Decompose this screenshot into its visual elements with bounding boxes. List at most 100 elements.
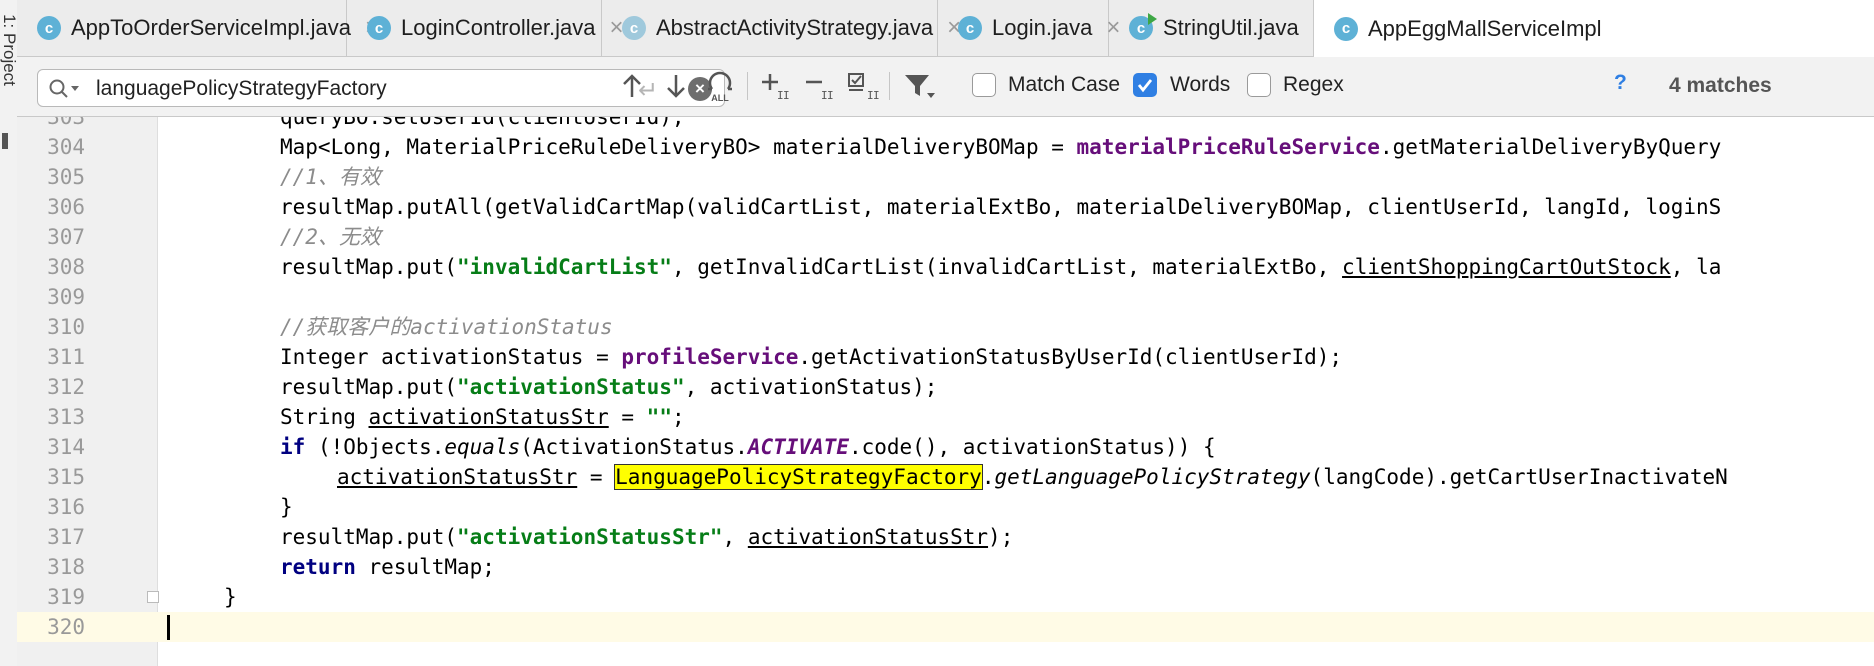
svg-text:I: I xyxy=(873,89,880,101)
code-line[interactable]: 315 activationStatusStr = LanguagePolicy… xyxy=(17,462,1874,492)
code-line[interactable]: 308 resultMap.put("invalidCartList", get… xyxy=(17,252,1874,282)
toolbar-separator xyxy=(747,72,748,100)
code-line[interactable]: 311 Integer activationStatus = profileSe… xyxy=(17,342,1874,372)
ide-window: 1: Project c AppToOrderServiceImpl.java … xyxy=(0,0,1874,666)
line-number: 319 xyxy=(47,585,85,609)
code-text: } xyxy=(280,495,293,519)
tab-abstractactivitystrategy[interactable]: c AbstractActivityStrategy.java × xyxy=(602,0,961,56)
words-label[interactable]: Words xyxy=(1170,73,1230,97)
remove-occurrence-icon[interactable]: II xyxy=(805,68,835,104)
code-text: } xyxy=(224,585,237,609)
runnable-class-icon: c xyxy=(1129,13,1157,40)
add-occurrence-icon[interactable]: II xyxy=(761,68,791,104)
current-line[interactable]: 320 xyxy=(17,612,1874,642)
editor-tab-bar: c AppToOrderServiceImpl.java × c LoginCo… xyxy=(17,0,1874,57)
match-case-checkbox[interactable] xyxy=(972,73,996,97)
tab-label: LoginController.java xyxy=(401,15,596,40)
code-line[interactable]: 313 String activationStatusStr = ""; xyxy=(17,402,1874,432)
code-text: resultMap.put("activationStatusStr", act… xyxy=(280,525,1014,549)
toolbar-separator xyxy=(889,72,890,100)
line-number: 315 xyxy=(47,465,85,489)
line-number: 303 xyxy=(47,117,85,129)
code-text: Integer activationStatus = profileServic… xyxy=(280,345,1343,369)
code-text: if (!Objects.equals(ActivationStatus.ACT… xyxy=(280,435,1216,459)
search-history-icon[interactable] xyxy=(48,78,82,105)
code-comment: //1、有效 xyxy=(280,165,381,189)
code-text: return resultMap; xyxy=(280,555,495,579)
line-number: 318 xyxy=(47,555,85,579)
line-number: 305 xyxy=(47,165,85,189)
code-line[interactable]: 312 resultMap.put("activationStatus", ac… xyxy=(17,372,1874,402)
find-bar: ↵ × ALL II II II Match Case Wor xyxy=(17,57,1874,117)
class-icon: c xyxy=(1334,16,1358,41)
line-number: 311 xyxy=(47,345,85,369)
code-comment: //2、无效 xyxy=(280,225,381,249)
code-line[interactable]: 314 if (!Objects.equals(ActivationStatus… xyxy=(17,432,1874,462)
code-line[interactable]: 318 return resultMap; xyxy=(17,552,1874,582)
code-line[interactable]: 319 } xyxy=(17,582,1874,612)
regex-label[interactable]: Regex xyxy=(1283,73,1344,97)
filter-icon[interactable] xyxy=(903,68,937,104)
line-number: 309 xyxy=(47,285,85,309)
tab-logincontroller[interactable]: c LoginController.java × xyxy=(347,0,623,56)
select-all-occurrences-icon[interactable]: ALL xyxy=(703,68,737,104)
tab-apptoorderserviceimpl[interactable]: c AppToOrderServiceImpl.java × xyxy=(17,0,379,56)
line-number: 313 xyxy=(47,405,85,429)
code-line[interactable]: 316 } xyxy=(17,492,1874,522)
line-number: 320 xyxy=(47,615,85,639)
previous-occurrence-button[interactable] xyxy=(617,68,647,104)
tab-label: AppToOrderServiceImpl.java xyxy=(71,15,352,40)
code-text: String activationStatusStr = ""; xyxy=(280,405,685,429)
code-line[interactable]: 317 resultMap.put("activationStatusStr",… xyxy=(17,522,1874,552)
line-number: 314 xyxy=(47,435,85,459)
select-occurrences-icon[interactable]: II xyxy=(847,68,881,104)
code-line[interactable]: 309 xyxy=(17,282,1874,312)
code-line[interactable]: 303 queryBO.setUserId(clientUserId); xyxy=(17,117,1874,132)
code-text: resultMap.put("activationStatus", activa… xyxy=(280,375,938,399)
tab-label: Login.java xyxy=(992,15,1093,40)
line-number: 308 xyxy=(47,255,85,279)
line-number: 304 xyxy=(47,135,85,159)
text-caret xyxy=(167,615,170,640)
code-text: resultMap.putAll(getValidCartMap(validCa… xyxy=(280,195,1722,219)
class-icon: c xyxy=(367,16,391,40)
search-input[interactable] xyxy=(94,74,618,104)
code-line[interactable]: 310 //获取客户的activationStatus xyxy=(17,312,1874,342)
code-line[interactable]: 307 //2、无效 xyxy=(17,222,1874,252)
regex-checkbox[interactable] xyxy=(1247,73,1271,97)
words-checkbox[interactable] xyxy=(1133,73,1157,97)
code-text: resultMap.put("invalidCartList", getInva… xyxy=(280,255,1722,279)
tab-stringutil[interactable]: c StringUtil.java × xyxy=(1109,0,1327,56)
tab-label: AppEggMallServiceImpl xyxy=(1368,15,1602,41)
line-number: 316 xyxy=(47,495,85,519)
tab-appeggmallserviceimpl[interactable]: c AppEggMallServiceImpl xyxy=(1314,0,1874,57)
code-text: activationStatusStr = LanguagePolicyStra… xyxy=(337,464,1728,490)
abstract-class-icon: c xyxy=(622,16,646,40)
code-line[interactable]: 306 resultMap.putAll(getValidCartMap(val… xyxy=(17,192,1874,222)
line-number: 310 xyxy=(47,315,85,339)
project-tool-window-strip[interactable]: 1: Project xyxy=(0,0,19,666)
line-number: 312 xyxy=(47,375,85,399)
tab-label: AbstractActivityStrategy.java xyxy=(656,15,934,40)
line-number: 317 xyxy=(47,525,85,549)
fold-marker-icon[interactable] xyxy=(147,591,159,603)
svg-text:I: I xyxy=(783,89,790,101)
code-editor[interactable]: 303 queryBO.setUserId(clientUserId); 304… xyxy=(17,117,1874,666)
svg-text:ALL: ALL xyxy=(711,93,729,103)
next-occurrence-button[interactable] xyxy=(661,68,691,104)
svg-text:I: I xyxy=(827,89,834,101)
line-number: 306 xyxy=(47,195,85,219)
code-line[interactable]: 304 Map<Long, MaterialPriceRuleDeliveryB… xyxy=(17,132,1874,162)
tab-login[interactable]: c Login.java × xyxy=(938,0,1120,56)
class-icon: c xyxy=(958,16,982,40)
code-line[interactable]: 305 //1、有效 xyxy=(17,162,1874,192)
match-case-label[interactable]: Match Case xyxy=(1008,73,1120,97)
line-number: 307 xyxy=(47,225,85,249)
class-icon: c xyxy=(37,16,61,40)
regex-help-link[interactable]: ? xyxy=(1614,71,1627,95)
code-comment: //获取客户的activationStatus xyxy=(280,315,613,339)
code-text: queryBO.setUserId(clientUserId); xyxy=(280,117,685,129)
tab-label: StringUtil.java xyxy=(1163,15,1299,40)
search-match-highlight: LanguagePolicyStrategyFactory xyxy=(614,464,983,490)
code-text: Map<Long, MaterialPriceRuleDeliveryBO> m… xyxy=(280,135,1722,159)
